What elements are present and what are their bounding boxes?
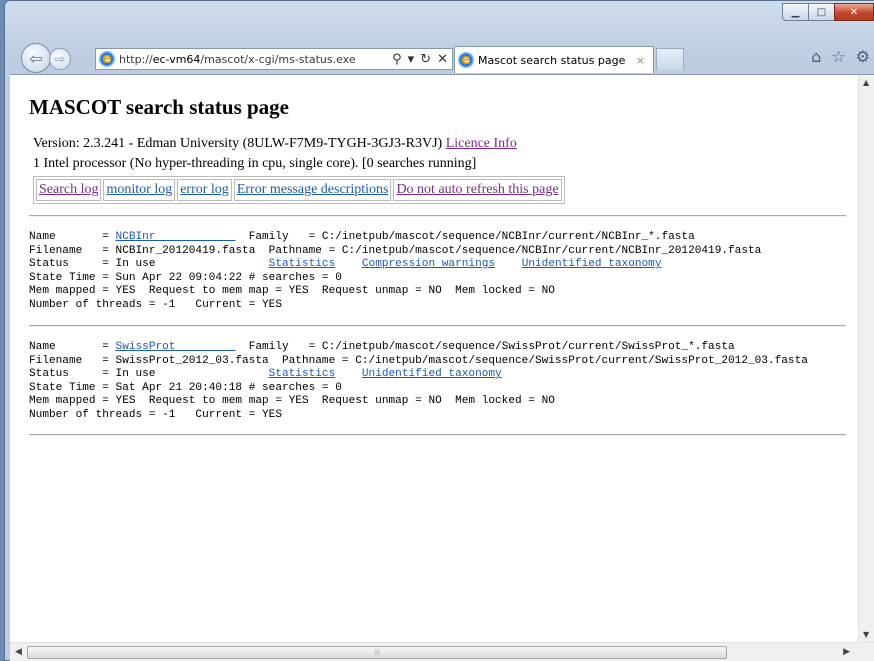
ie-logo-icon: e (99, 51, 115, 67)
dropdown-icon[interactable]: ▾ (408, 52, 415, 67)
db-state-time: State Time = Sun Apr 22 09:04:22 # searc… (29, 271, 342, 284)
refresh-icon[interactable]: ↻ (420, 52, 431, 67)
db-threads: Number of threads = -1 Current = YES (29, 408, 282, 421)
stop-icon[interactable]: ✕ (437, 52, 448, 67)
db-threads: Number of threads = -1 Current = YES (29, 298, 282, 311)
compression-warnings-link[interactable]: Compression warnings (362, 258, 495, 270)
url-path: /mascot/x-cgi/ms-status.exe (200, 52, 356, 66)
tools-icon[interactable]: ⚙ (856, 47, 870, 66)
grip-icon: ⦙⦙⦙ (374, 647, 380, 657)
url-host: ec-vm64 (152, 52, 201, 66)
vertical-scrollbar[interactable]: ▲ ▼ (858, 75, 874, 642)
address-bar[interactable]: e http://ec-vm64/mascot/x-cgi/ms-status.… (95, 48, 453, 70)
version-line: Version: 2.3.241 - Edman University (8UL… (33, 136, 858, 152)
page-title: MASCOT search status page (29, 95, 289, 119)
horizontal-scroll-thumb[interactable]: ⦙⦙⦙ (27, 646, 727, 659)
close-window-button[interactable]: ✕ (834, 3, 874, 21)
db-state-time: State Time = Sat Apr 21 20:40:18 # searc… (29, 381, 342, 394)
db-name-link-ncbinr[interactable]: NCBInr (116, 231, 236, 243)
db-filename: Filename = NCBInr_20120419.fasta Pathnam… (29, 244, 762, 257)
divider (29, 325, 846, 327)
database-block-swissprot: Name = SwissProt Family = C:/inetpub/mas… (29, 341, 858, 422)
divider (29, 434, 846, 436)
db-name-link-swissprot[interactable]: SwissProt (116, 341, 236, 353)
db-status: Status = In use (29, 258, 269, 270)
unidentified-taxonomy-link-ncbinr[interactable]: Unidentified taxonomy (522, 258, 662, 270)
error-log-link[interactable]: error log (180, 182, 229, 197)
home-icon[interactable]: ⌂ (811, 47, 821, 66)
scroll-right-icon[interactable]: ▶ (843, 647, 850, 657)
divider (29, 215, 846, 217)
statistics-link-swissprot[interactable]: Statistics (269, 368, 336, 380)
version-text: Version: 2.3.241 - Edman University (8UL… (33, 136, 446, 151)
db-name-prefix: Name = (29, 231, 116, 243)
db-family: Family = C:/inetpub/mascot/sequence/NCBI… (235, 231, 695, 243)
forward-arrow-icon: ⇨ (54, 52, 66, 66)
url-text[interactable]: http://ec-vm64/mascot/x-cgi/ms-status.ex… (119, 53, 356, 66)
command-icons: ⌂ ☆ ⚙ (811, 47, 870, 66)
back-arrow-icon: ⇦ (29, 48, 43, 68)
maximize-button[interactable]: □ (808, 3, 835, 21)
cpu-line: 1 Intel processor (No hyper-threading in… (33, 156, 477, 171)
db-status: Status = In use (29, 368, 269, 380)
minimize-button[interactable]: ▁ (782, 3, 809, 21)
search-log-link[interactable]: Search log (39, 182, 98, 197)
unidentified-taxonomy-link-swissprot[interactable]: Unidentified taxonomy (362, 368, 502, 380)
db-mem: Mem mapped = YES Request to mem map = YE… (29, 285, 555, 297)
log-links-table: Search log monitor log error log Error m… (33, 176, 565, 204)
db-family: Family = C:/inetpub/mascot/sequence/Swis… (235, 341, 735, 353)
browser-toolbar: ⇦ ⇨ e http://ec-vm64/mascot/x-cgi/ms-sta… (13, 43, 874, 75)
address-tools: ⚲ ▾ ↻ ✕ (392, 52, 452, 67)
licence-info-link[interactable]: Licence Info (446, 136, 517, 151)
db-name-prefix: Name = (29, 341, 116, 353)
favorites-icon[interactable]: ☆ (831, 47, 845, 66)
tab-ie-icon: e (458, 52, 474, 68)
horizontal-scrollbar[interactable]: ◀ ⦙⦙⦙ ▶ (10, 642, 874, 661)
error-descriptions-link[interactable]: Error message descriptions (237, 182, 389, 197)
page-viewport: MASCOT search status page Version: 2.3.2… (10, 74, 874, 661)
statistics-link-ncbinr[interactable]: Statistics (269, 258, 336, 270)
url-prefix: http:// (119, 52, 153, 66)
page-content: MASCOT search status page Version: 2.3.2… (10, 75, 858, 642)
tab-title: Mascot search status page (478, 53, 626, 67)
scroll-up-icon[interactable]: ▲ (863, 78, 869, 87)
db-mem: Mem mapped = YES Request to mem map = YE… (29, 395, 555, 407)
search-icon[interactable]: ⚲ (392, 52, 402, 67)
tab-mascot-status[interactable]: e Mascot search status page × (454, 46, 654, 73)
scroll-down-icon[interactable]: ▼ (863, 630, 869, 639)
monitor-log-link[interactable]: monitor log (106, 182, 172, 197)
caption-buttons: ▁ □ ✕ (782, 3, 874, 21)
tab-close-icon[interactable]: × (636, 54, 645, 67)
forward-button[interactable]: ⇨ (49, 48, 71, 70)
database-block-ncbinr: Name = NCBInr Family = C:/inetpub/mascot… (29, 231, 858, 312)
db-filename: Filename = SwissProt_2012_03.fasta Pathn… (29, 354, 808, 367)
no-auto-refresh-link[interactable]: Do not auto refresh this page (396, 182, 558, 197)
new-tab-button[interactable] (656, 48, 684, 70)
back-button[interactable]: ⇦ (21, 43, 51, 73)
scroll-left-icon[interactable]: ◀ (15, 647, 22, 657)
